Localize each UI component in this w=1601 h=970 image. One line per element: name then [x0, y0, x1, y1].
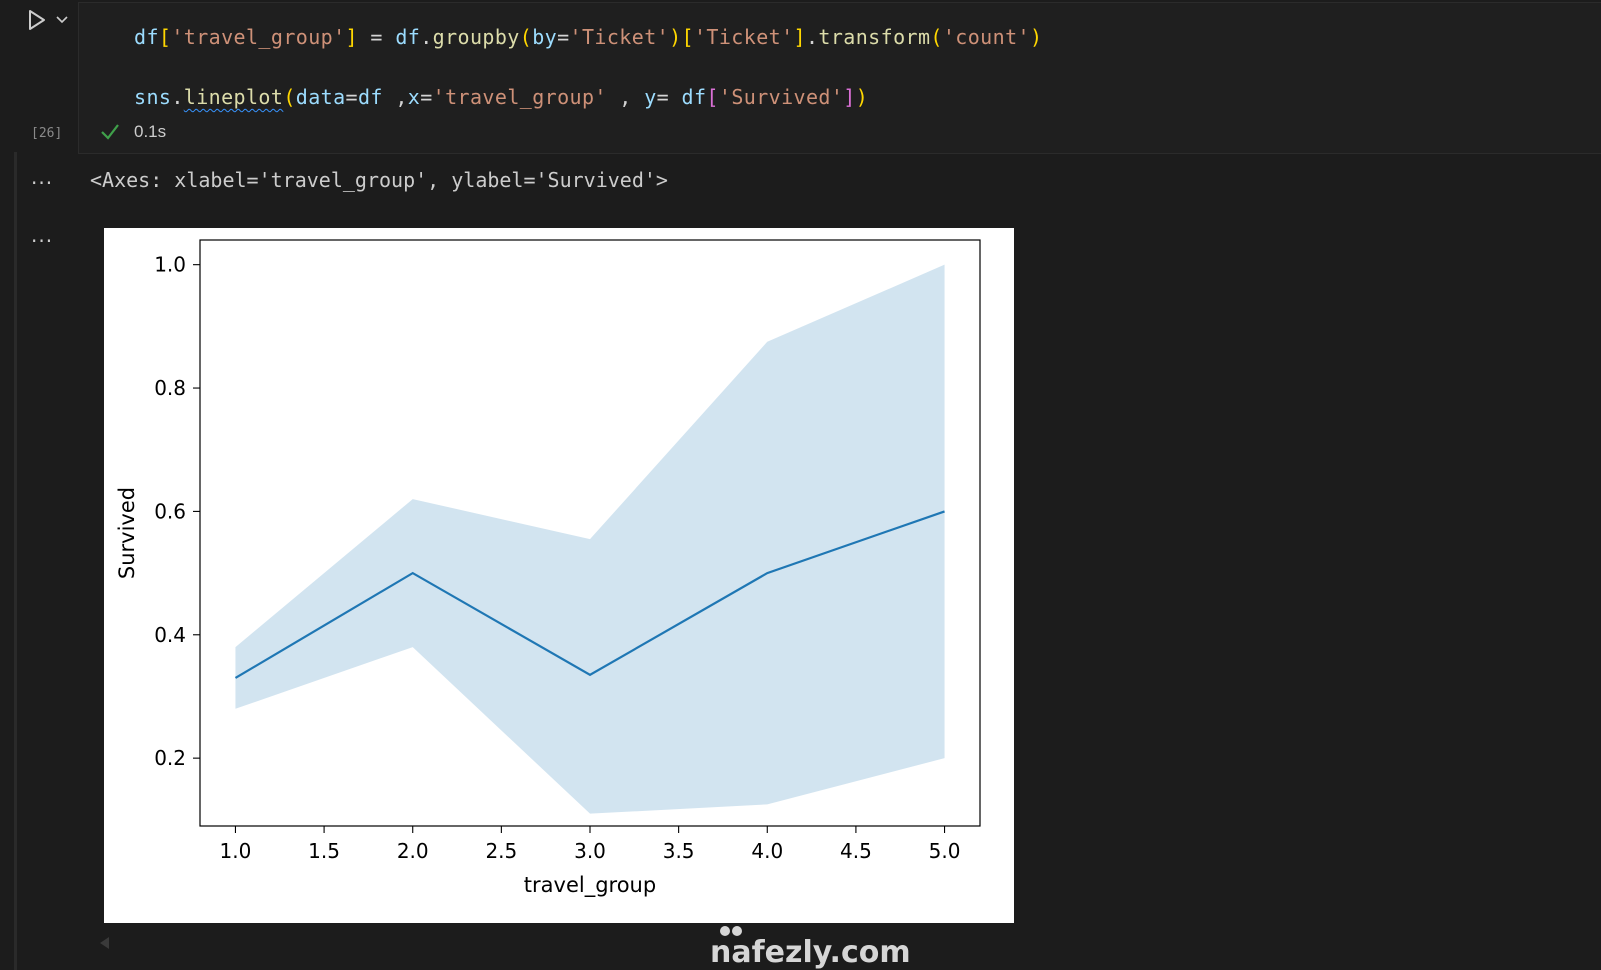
cell-gutter: [26] ··· ···	[0, 0, 78, 970]
line-chart: 1.0 1.5 2.0 2.5 3.0 3.5 4.0 4.5 5.00.20.40.60.81…	[115, 239, 981, 898]
code-token: )	[669, 25, 682, 49]
output-gutter-bar	[14, 152, 17, 970]
code-token: .	[171, 85, 184, 109]
x-tick-label: 1.0	[220, 839, 252, 863]
code-token: lineplot	[183, 85, 284, 109]
code-token: groupby	[432, 25, 520, 49]
execution-count: [26]	[31, 126, 63, 141]
code-token: [	[706, 85, 719, 109]
output-more-actions-1[interactable]: ···	[31, 173, 53, 193]
code-token: by	[532, 25, 558, 49]
y-axis-label: Survived	[115, 487, 139, 579]
axes-repr-output: <Axes: xlabel='travel_group', ylabel='Su…	[90, 168, 668, 192]
code-token: df	[395, 25, 421, 49]
code-token: =	[345, 85, 358, 109]
code-token: )	[855, 85, 869, 109]
code-token: (	[519, 25, 533, 49]
y-tick-label: 0.2	[154, 746, 186, 770]
code-token: =	[357, 25, 396, 49]
code-token: 'Ticket'	[569, 25, 670, 49]
code-token: df	[357, 85, 383, 109]
code-token: 'travel_group'	[171, 25, 346, 49]
code-token: ]	[843, 85, 856, 109]
chevron-down-icon[interactable]	[55, 12, 69, 26]
y-tick-label: 0.4	[154, 623, 186, 647]
code-token: [	[681, 25, 694, 49]
code-token: [	[158, 25, 172, 49]
code-token: 'travel_group'	[432, 85, 607, 109]
x-tick-label: 1.5	[308, 839, 340, 863]
code-token: 'Ticket'	[693, 25, 794, 49]
code-token: ,	[382, 85, 408, 109]
code-token: 'Survived'	[718, 85, 844, 109]
x-tick-label: 3.0	[574, 839, 606, 863]
y-tick-label: 1.0	[154, 253, 186, 277]
execution-time: 0.1s	[134, 122, 167, 141]
code-token: ]	[793, 25, 806, 49]
y-tick-label: 0.8	[154, 376, 186, 400]
output-more-actions-2[interactable]: ···	[31, 231, 53, 251]
code-token: =	[420, 85, 433, 109]
code-token: x	[407, 85, 421, 109]
code-token: df	[134, 25, 159, 49]
code-token: ]	[345, 25, 358, 49]
run-cell-icon[interactable]	[26, 8, 48, 32]
watermark-arabic: نفذلي	[705, 858, 859, 916]
code-token: transform	[818, 25, 931, 49]
x-axis-label: travel_group	[524, 873, 656, 898]
code-token: sns	[134, 85, 172, 109]
x-tick-label: 2.5	[485, 839, 517, 863]
confidence-band	[235, 264, 945, 814]
y-tick-label: 0.6	[154, 499, 186, 523]
code-line-1[interactable]: df['travel_group'] = df.groupby(by='Tick…	[134, 25, 1042, 49]
code-line-2[interactable]: sns.lineplot(data=df ,x='travel_group' ,…	[134, 85, 868, 109]
x-tick-label: 2.0	[397, 839, 429, 863]
code-token: (	[283, 85, 296, 109]
code-cell[interactable]: df['travel_group'] = df.groupby(by='Tick…	[78, 2, 1601, 154]
code-token: 'count'	[942, 25, 1030, 49]
scroll-left-arrow[interactable]	[100, 937, 109, 949]
plot-output-image: 1.0 1.5 2.0 2.5 3.0 3.5 4.0 4.5 5.0 0.2 0.4 0.6 0.8 1…	[104, 228, 1014, 923]
code-token: df	[681, 85, 707, 109]
code-token: (	[930, 25, 943, 49]
code-token: y	[644, 85, 657, 109]
watermark-text: nafezly.com	[710, 935, 911, 970]
x-tick-label: 3.5	[663, 839, 695, 863]
x-tick-label: 5.0	[929, 839, 961, 863]
check-icon	[101, 124, 119, 140]
cell-status: 0.1s	[100, 122, 166, 142]
code-token: .	[420, 25, 433, 49]
code-token: =	[656, 85, 682, 109]
code-token: =	[557, 25, 570, 49]
code-token: ,	[606, 85, 645, 109]
code-token: .	[805, 25, 819, 49]
code-token: data	[295, 85, 346, 109]
code-token: )	[1029, 25, 1043, 49]
